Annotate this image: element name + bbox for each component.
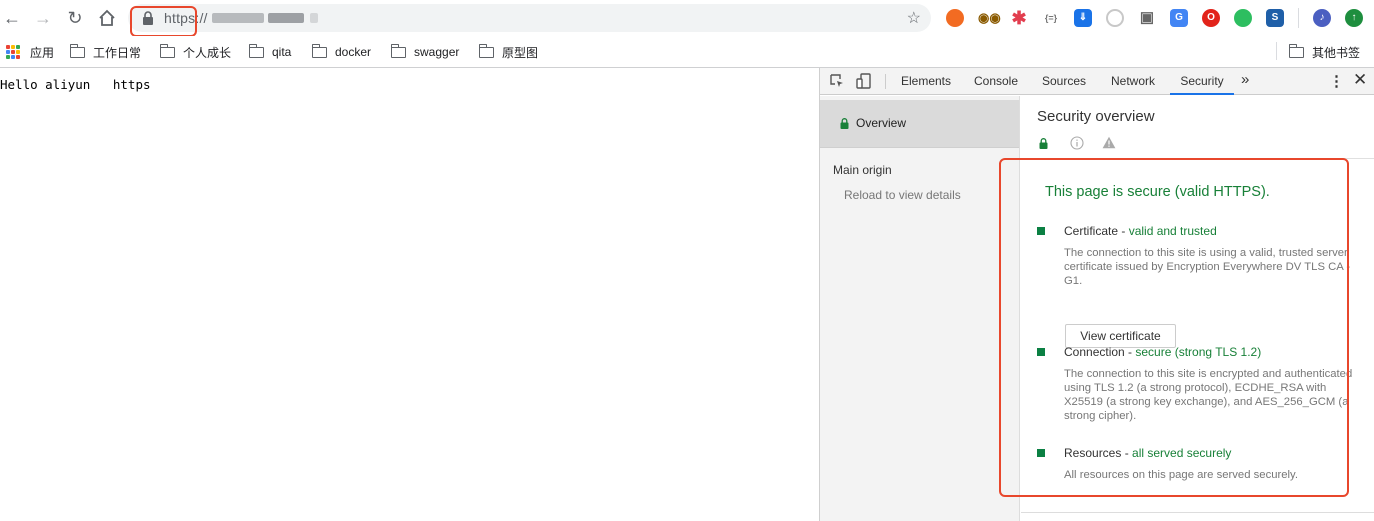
bookmark-folder[interactable]: 个人成长 — [159, 42, 232, 62]
info-icon — [1070, 136, 1084, 150]
url-redacted — [310, 13, 318, 23]
inspect-element-icon[interactable] — [829, 73, 845, 89]
tab-security[interactable]: Security — [1170, 68, 1234, 95]
apps-grid-icon — [6, 45, 20, 59]
google-translate-icon[interactable]: G — [1170, 9, 1188, 27]
bookmark-label: qita — [272, 45, 292, 59]
reload-icon[interactable]: ↻ — [64, 7, 86, 29]
page-body-text: Hello aliyun https — [0, 77, 151, 92]
bookmark-label: 原型图 — [502, 45, 539, 60]
folder-icon — [69, 43, 85, 58]
back-icon[interactable]: ← — [1, 7, 23, 29]
folder-icon — [159, 43, 175, 58]
tab-network[interactable]: Network — [1102, 68, 1164, 95]
bookmark-folder[interactable]: docker — [311, 42, 372, 62]
security-annotation-box — [999, 158, 1349, 497]
glasses-icon[interactable]: ◉◉ — [978, 9, 1001, 27]
forward-icon[interactable]: → — [32, 7, 54, 29]
json-viewer-icon[interactable]: {=} — [1042, 9, 1060, 27]
toolbar-separator — [1298, 8, 1299, 28]
bookmark-label: docker — [335, 45, 372, 59]
bookmark-other[interactable]: 其他书签 — [1288, 42, 1361, 62]
warning-icon — [1102, 136, 1116, 149]
pocket-icon[interactable]: ⇓ — [1074, 9, 1092, 27]
bookmark-folder[interactable]: qita — [248, 42, 292, 62]
folder-icon — [311, 43, 327, 58]
tab-sources[interactable]: Sources — [1034, 68, 1094, 95]
bookmark-label: 个人成长 — [183, 45, 232, 60]
address-bar[interactable]: https:// ☆ — [128, 4, 931, 32]
bookmarks-separator — [1276, 42, 1277, 60]
folder-icon — [248, 43, 264, 58]
sidebar-item-overview[interactable]: Overview — [820, 100, 1019, 148]
kebab-menu-icon[interactable]: ⋮ — [1329, 72, 1344, 90]
bookmark-star-icon[interactable]: ☆ — [907, 8, 921, 28]
asterisk-icon[interactable]: ✱ — [1010, 9, 1028, 27]
bookmarks-bar: 应用 工作日常 个人成长 qita docker swagger 原型图 其他书… — [0, 36, 1374, 68]
update-icon[interactable]: ↑ — [1345, 9, 1363, 27]
page-title: Security overview — [1037, 108, 1155, 125]
evernote-icon[interactable] — [1234, 9, 1252, 27]
bookmark-folder[interactable]: swagger — [390, 42, 460, 62]
url-annotation-box — [130, 6, 197, 37]
ublock-icon[interactable] — [946, 9, 964, 27]
divider — [1021, 512, 1374, 513]
bookmark-label: 工作日常 — [93, 45, 142, 60]
sidebar-reload-hint: Reload to view details — [844, 188, 961, 202]
security-sidebar: Overview Main origin Reload to view deta… — [820, 96, 1020, 521]
lock-icon — [1039, 138, 1048, 149]
sync-icon[interactable]: S — [1266, 9, 1284, 27]
tab-elements[interactable]: Elements — [894, 68, 958, 95]
page-viewport: Hello aliyun https — [0, 68, 819, 521]
bookmark-label: 应用 — [30, 45, 55, 60]
devtools-tabbar: Elements Console Sources Network Securit… — [820, 68, 1374, 95]
media-icon[interactable] — [1106, 9, 1124, 27]
tab-console[interactable]: Console — [966, 68, 1026, 95]
device-toolbar-icon[interactable] — [856, 73, 872, 89]
sidebar-item-label: Overview — [856, 116, 907, 130]
bookmark-folder[interactable]: 原型图 — [478, 42, 539, 62]
folder-icon — [478, 43, 494, 58]
folder-icon — [1288, 43, 1304, 58]
bookmark-label: 其他书签 — [1312, 45, 1361, 60]
more-tabs-icon[interactable]: » — [1241, 71, 1249, 88]
url-redacted — [212, 13, 264, 23]
devtools-separator — [885, 74, 886, 89]
lock-icon — [840, 118, 849, 129]
browser-toolbar: ← → ↻ https:// ☆ ◉◉ ✱ {=} ⇓ ▣ G O S ♪ ↑ — [0, 0, 1374, 37]
camera-icon[interactable]: ▣ — [1138, 9, 1156, 27]
folder-icon — [390, 43, 406, 58]
url-redacted — [268, 13, 304, 23]
music-icon[interactable]: ♪ — [1313, 9, 1331, 27]
bookmark-folder[interactable]: 工作日常 — [69, 42, 142, 62]
home-icon[interactable] — [96, 7, 118, 29]
bookmark-label: swagger — [414, 45, 460, 59]
opera-icon[interactable]: O — [1202, 9, 1220, 27]
close-icon[interactable]: ✕ — [1353, 70, 1367, 90]
bookmark-apps[interactable]: 应用 — [6, 42, 54, 62]
sidebar-section-main-origin: Main origin — [833, 163, 892, 177]
